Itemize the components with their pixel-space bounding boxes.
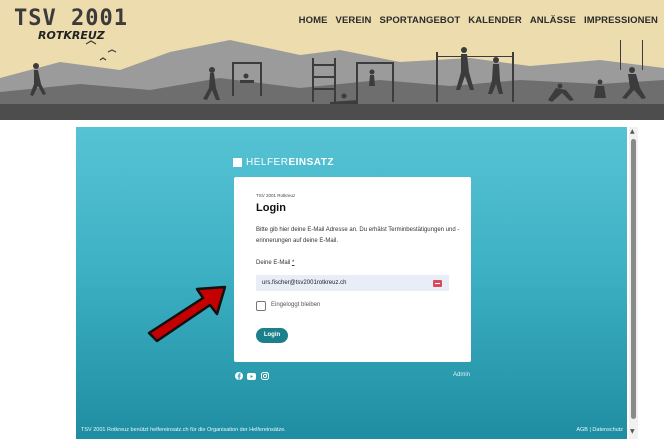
instagram-icon[interactable] (260, 372, 269, 380)
required-mark: * (292, 260, 295, 266)
login-card: TSV 2001 Rotkreuz Login Bitte gib hier d… (234, 177, 471, 362)
brand-name: HELFEREINSATZ (246, 157, 334, 168)
logo-subtitle: ROTKREUZ (38, 29, 105, 42)
nav-anlaesse[interactable]: ANLÄSSE (530, 15, 576, 26)
login-description: Bitte gib hier deine E-Mail Adresse an. … (256, 227, 460, 244)
login-button[interactable]: Login (256, 328, 288, 343)
admin-link[interactable]: Admin (453, 372, 470, 378)
logo-title: TSV 2001 (14, 6, 128, 31)
nav-impressionen[interactable]: IMPRESSIONEN (584, 15, 658, 26)
site-header: TSV 2001 ROTKREUZ HOME VEREIN SPORTANGEB… (0, 0, 664, 120)
nav-sportangebot[interactable]: SPORTANGEBOT (380, 15, 461, 26)
annotation-arrow-icon (147, 285, 227, 343)
scroll-up-icon[interactable]: ▲ (630, 129, 635, 135)
site-logo[interactable]: TSV 2001 ROTKREUZ (14, 8, 128, 42)
nav-home[interactable]: HOME (299, 15, 328, 26)
scrollbar[interactable]: ▲ ▼ (629, 127, 638, 439)
brand-mark-icon (233, 158, 242, 167)
remember-me-label[interactable]: Eingeloggt bleiben (271, 302, 320, 308)
nav-kalender[interactable]: KALENDER (468, 15, 522, 26)
scroll-thumb[interactable] (631, 139, 636, 419)
social-links (234, 372, 269, 380)
login-title: Login (256, 202, 286, 214)
email-field[interactable]: urs.fischer@tsv2001rotkreuz.ch (256, 275, 449, 291)
footer-info: TSV 2001 Rotkreuz benützt helfereinsatz.… (81, 427, 286, 433)
helfereinsatz-logo: HELFEREINSATZ (233, 157, 334, 168)
organization-name: TSV 2001 Rotkreuz (256, 193, 296, 198)
email-label: Deine E-Mail * (256, 260, 294, 266)
password-manager-icon[interactable] (433, 280, 442, 287)
scroll-down-icon[interactable]: ▼ (630, 429, 635, 435)
brand-name-light: HELFER (246, 157, 289, 168)
main-nav: HOME VEREIN SPORTANGEBOT KALENDER ANLÄSS… (299, 15, 658, 26)
facebook-icon[interactable] (234, 372, 243, 380)
email-label-text: Deine E-Mail (256, 260, 291, 266)
brand-name-bold: EINSATZ (288, 157, 334, 168)
nav-verein[interactable]: VEREIN (336, 15, 372, 26)
remember-me-checkbox[interactable] (256, 301, 266, 311)
footer-links[interactable]: AGB | Datenschutz (576, 427, 623, 433)
youtube-icon[interactable] (247, 372, 256, 380)
